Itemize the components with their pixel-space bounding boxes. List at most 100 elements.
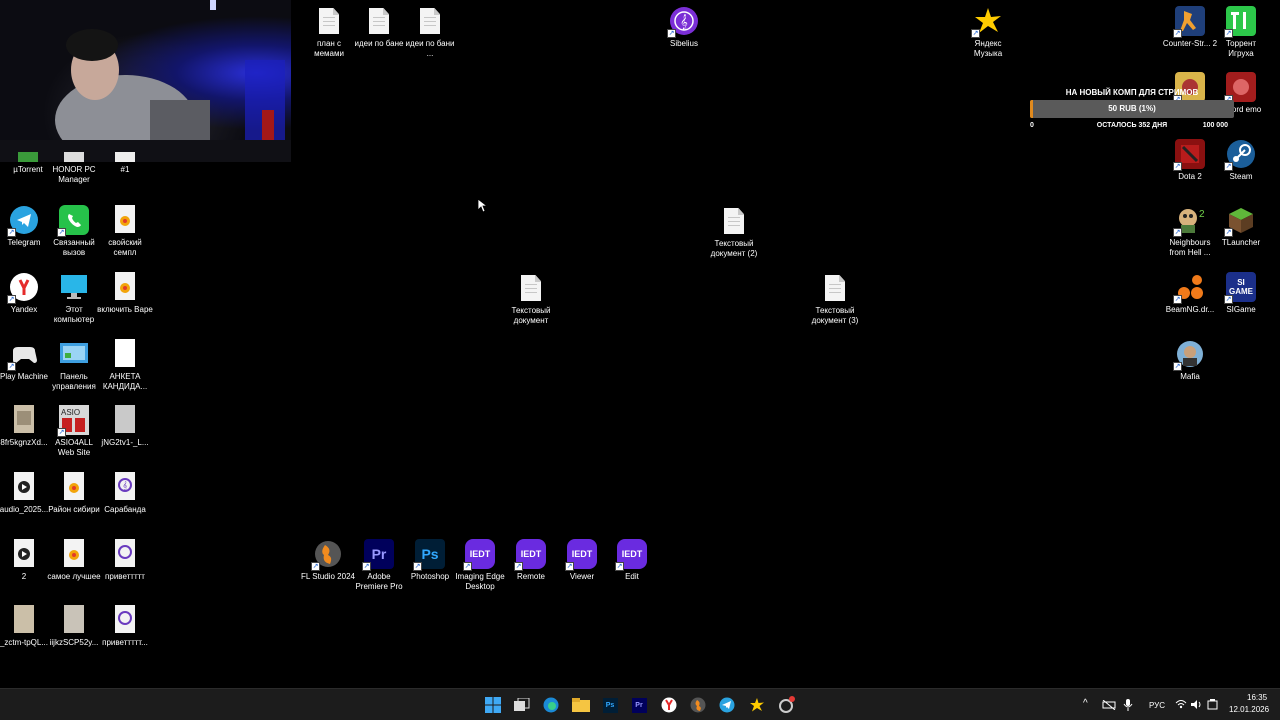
icon-label: Этот компьютер (53, 305, 95, 324)
audio-file-icon (110, 272, 140, 302)
desktop-icon-telegram[interactable]: ↗ Telegram (0, 205, 52, 248)
taskbar-yandex[interactable] (658, 694, 680, 716)
desktop-icon-viewer[interactable]: IEDT ↗ Viewer (554, 539, 610, 582)
clock-time[interactable]: 16:35 (1247, 693, 1267, 702)
svg-text:𝄞: 𝄞 (123, 481, 128, 490)
desktop-icon-audio2025[interactable]: audio_2025... (0, 472, 52, 515)
svg-text:𝄞: 𝄞 (680, 15, 688, 30)
desktop-icon-jng2[interactable]: jNG2tv1-_L... (97, 405, 153, 448)
icon-label: Edit (625, 572, 639, 581)
desktop-icon-fl-studio[interactable]: ↗ FL Studio 2024 (300, 539, 356, 582)
language-indicator[interactable]: РУС (1149, 701, 1165, 710)
desktop-icon-tekst-3[interactable]: Текстовый документ (3) (807, 273, 863, 326)
desktop-icon-play-machine[interactable]: ↗ Play Machine (0, 339, 52, 382)
desktop-icon-control-panel[interactable]: Панель управления (46, 339, 102, 392)
yandex-music-icon (750, 698, 764, 712)
desktop-icon-tekst-2[interactable]: Текстовый документ (2) (706, 206, 762, 259)
taskbar-yandex-music[interactable] (746, 694, 768, 716)
desktop-icon-raion-sibiri[interactable]: Район сибири (46, 472, 102, 515)
icon-label: Район сибири (48, 505, 100, 514)
volume-icon[interactable] (1191, 699, 1203, 710)
phone-icon: ↗ (57, 205, 89, 237)
icon-label: Mafia (1180, 372, 1200, 381)
desktop-icon-imaging-edge[interactable]: IEDT ↗ Imaging Edge Desktop (452, 539, 508, 592)
premiere-pro-icon: Pr ↗ (362, 539, 394, 571)
desktop-icon-anketa[interactable]: АНКЕТА КАНДИДА... (97, 339, 153, 392)
icon-label: SIGame (1226, 305, 1256, 314)
desktop-icon-8fr5[interactable]: 8fr5kgnzXd... (0, 405, 52, 448)
icon-label: jNG2tv1-_L... (101, 438, 149, 447)
icon-label: Торрент Игруха (1225, 39, 1257, 58)
desktop-icon-remote[interactable]: IEDT ↗ Remote (503, 539, 559, 582)
desktop-icon-torrent-igruha[interactable]: ↗ Торрент Игруха (1213, 6, 1269, 59)
utorrent-icon (13, 152, 43, 162)
taskbar-premiere[interactable]: Pr (628, 694, 650, 716)
desktop-icon-dota2[interactable]: ↗ Dota 2 (1162, 139, 1218, 182)
network-off-icon[interactable] (1102, 700, 1116, 710)
icon-label: 2 (21, 572, 27, 581)
desktop-icon-privet2[interactable]: приветтттт... (97, 605, 153, 648)
desktop-icon-yandex[interactable]: ↗ Yandex (0, 272, 52, 315)
desktop-icon-linked-call[interactable]: ↗ Связанный вызов (46, 205, 102, 258)
desktop-icon-photoshop[interactable]: Ps ↗ Photoshop (402, 539, 458, 582)
wifi-icon[interactable] (1175, 699, 1187, 709)
desktop-icon-privet1[interactable]: приветтттт (97, 539, 153, 582)
task-view-button[interactable] (511, 694, 533, 716)
microphone-icon[interactable] (1123, 699, 1133, 711)
desktop-icon-neighbours[interactable]: 2 ↗ Neighbours from Hell ... (1162, 205, 1218, 258)
taskbar-edge[interactable] (540, 694, 562, 716)
telegram-icon: ↗ (7, 205, 39, 237)
iedt-icon: IEDT ↗ (463, 539, 495, 571)
desktop-icon-sarabanda[interactable]: 𝄞 Сарабанда (97, 472, 153, 515)
taskbar-app-extra[interactable] (775, 694, 797, 716)
taskbar-file-explorer[interactable] (570, 694, 592, 716)
desktop-icon-idei-bani[interactable]: идеи по бани ... (402, 6, 458, 59)
desktop-icon-zctm[interactable]: _zctm-tpQL... (0, 605, 52, 648)
text-document-icon (364, 6, 394, 36)
desktop-icon-mafia[interactable]: ↗ Mafia (1162, 339, 1218, 382)
desktop-icon-idei-bane[interactable]: идеи по бане (351, 6, 407, 49)
battery-icon[interactable] (1207, 699, 1219, 710)
desktop-icon-sibelius[interactable]: 𝄞 ↗ Sibelius (656, 6, 712, 49)
desktop-icon-samoe-luchshee[interactable]: самое лучшее (46, 539, 102, 582)
clock-date[interactable]: 12.01.2026 (1229, 705, 1269, 714)
icon-label: включить Варе (97, 305, 153, 314)
taskbar-telegram[interactable] (716, 694, 738, 716)
icon-label: Play Machine (0, 372, 49, 381)
desktop-icon-vklyuchit[interactable]: включить Варе (97, 272, 153, 315)
file-icon (110, 152, 140, 162)
taskbar-photoshop[interactable]: Ps (599, 694, 621, 716)
icon-label: Imaging Edge Desktop (455, 572, 505, 591)
desktop-icon-tlauncher[interactable]: ↗ TLauncher (1213, 205, 1269, 248)
desktop-icon-premiere-pro[interactable]: Pr ↗ Adobe Premiere Pro (351, 539, 407, 592)
desktop-icon-counter-strike[interactable]: ↗ Counter-Str... 2 (1162, 6, 1218, 49)
desktop-icon-sigame[interactable]: SI GAME ↗ SIGame (1213, 272, 1269, 315)
mouse-cursor-icon (477, 198, 487, 213)
desktop-icon-asio4all[interactable]: ASIO ↗ ASIO4ALL Web Site (46, 405, 102, 458)
desktop-icon-plan[interactable]: план с мемами (301, 6, 357, 59)
desktop-icon-iijkz[interactable]: iijkzSCP52y... (46, 605, 102, 648)
icon-label: Viewer (569, 572, 595, 581)
desktop-icon-tekst[interactable]: Текстовый документ (503, 273, 559, 326)
sibelius-file-icon: 𝄞 (110, 472, 140, 502)
text-document-icon (516, 273, 546, 303)
desktop-icon-num1[interactable]: #1 (97, 152, 153, 175)
desktop-icon-svoiskii-sempl[interactable]: свойский семпл (97, 205, 153, 258)
audio-file-icon (59, 539, 89, 569)
gamepad-icon: ↗ (7, 339, 39, 371)
desktop-icon-honor-pc-manager[interactable]: HONOR PC Manager (46, 152, 102, 185)
chevron-up-icon[interactable]: ^ (1083, 698, 1088, 709)
icon-label: BeamNG.dr... (1165, 305, 1215, 314)
desktop-icon-2[interactable]: 2 (0, 539, 52, 582)
text-document-icon (415, 6, 445, 36)
desktop-icon-edit[interactable]: IEDT ↗ Edit (604, 539, 660, 582)
desktop-icon-steam[interactable]: ↗ Steam (1213, 139, 1269, 182)
taskbar-fl-studio[interactable] (687, 694, 709, 716)
desktop-icon-beamng[interactable]: ↗ BeamNG.dr... (1162, 272, 1218, 315)
icon-label: FL Studio 2024 (301, 572, 355, 581)
desktop-icon-yandex-music[interactable]: ↗ Яндекс Музыка (960, 6, 1016, 59)
desktop-icon-this-pc[interactable]: Этот компьютер (46, 272, 102, 325)
start-button[interactable] (482, 694, 504, 716)
iedt-logo-text: IEDT (621, 549, 643, 559)
iedt-logo-text: IEDT (520, 549, 542, 559)
